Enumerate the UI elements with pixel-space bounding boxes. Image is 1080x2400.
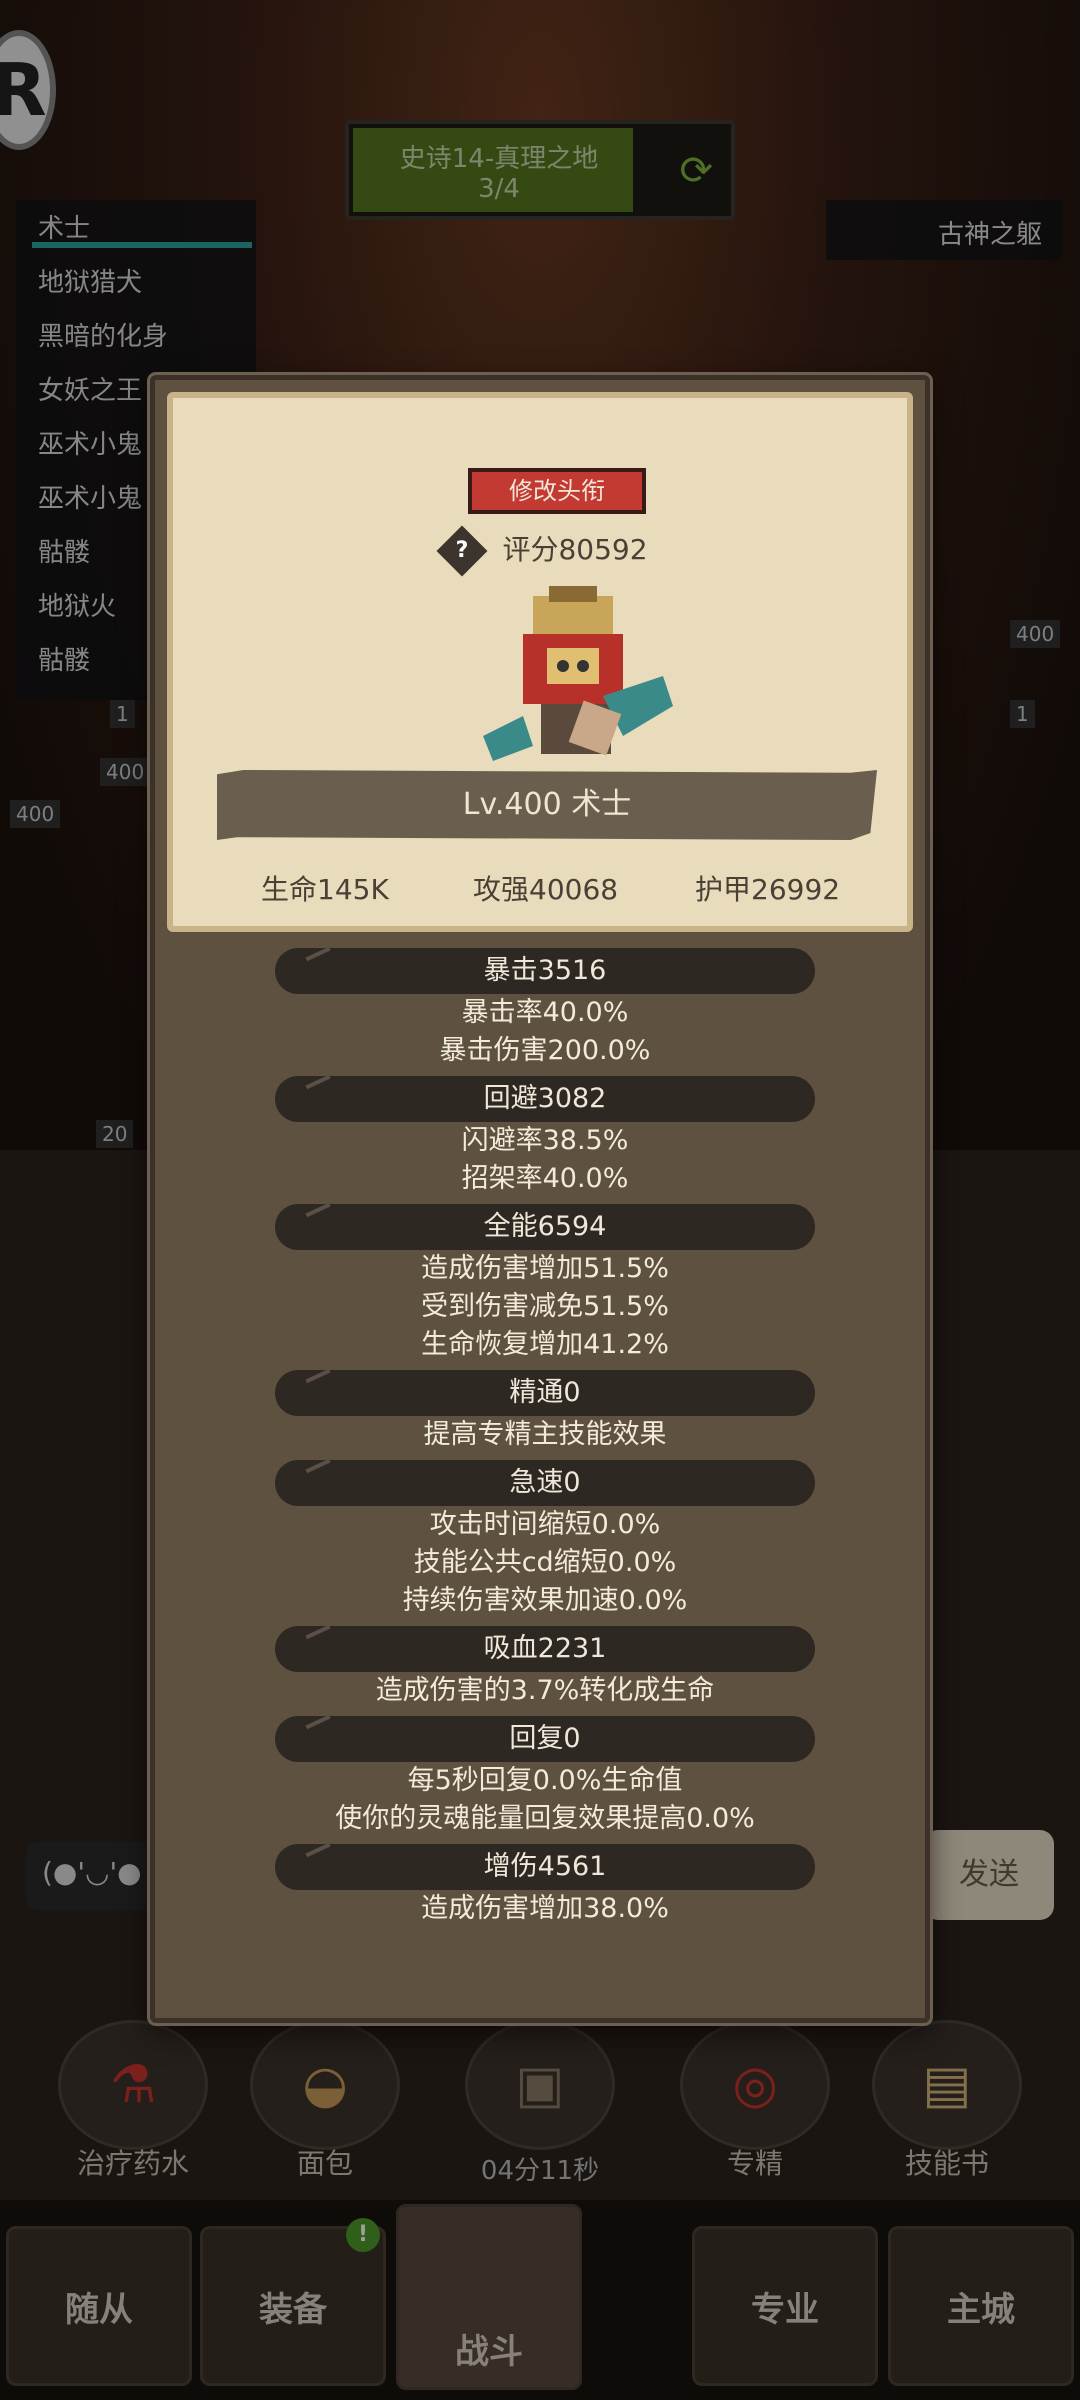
level-name-band: Lv.400 术士 bbox=[217, 770, 877, 840]
stat-hp: 生命145K bbox=[261, 873, 389, 906]
score-row: ? 评分80592 bbox=[173, 525, 919, 577]
stat-details: 暴击3516 暴击率40.0% 暴击伤害200.0% 回避3082 闪避率38.… bbox=[155, 948, 935, 1928]
stat-header-crit: 暴击3516 bbox=[275, 948, 815, 994]
stat-line: 招架率40.0% bbox=[461, 1163, 629, 1194]
stat-line: 造成伤害增加51.5% bbox=[421, 1253, 669, 1284]
stat-line: 闪避率38.5% bbox=[461, 1125, 629, 1156]
stat-attack: 攻强40068 bbox=[473, 873, 619, 906]
character-card: 修改头衔 ? 评分80592 Lv.400 术士 生命145K 攻强40068 护… bbox=[167, 392, 913, 932]
stat-line: 造成伤害增加38.0% bbox=[421, 1893, 669, 1924]
stat-line: 技能公共cd缩短0.0% bbox=[413, 1547, 677, 1578]
stat-line: 受到伤害减免51.5% bbox=[421, 1291, 669, 1322]
warlock-avatar-icon bbox=[483, 586, 673, 761]
help-icon[interactable]: ? bbox=[436, 525, 488, 577]
stat-header-mastery: 精通0 bbox=[275, 1370, 815, 1416]
character-stats-popup: 修改头衔 ? 评分80592 Lv.400 术士 生命145K 攻强40068 护… bbox=[150, 375, 930, 2023]
stat-line: 暴击率40.0% bbox=[461, 997, 629, 1028]
stat-line: 提高专精主技能效果 bbox=[423, 1419, 667, 1450]
base-stats: 生命145K 攻强40068 护甲26992 bbox=[173, 868, 919, 908]
stat-header-regen: 回复0 bbox=[275, 1716, 815, 1762]
stat-line: 持续伤害效果加速0.0% bbox=[402, 1585, 688, 1616]
stat-header-versatility: 全能6594 bbox=[275, 1204, 815, 1250]
stat-line: 造成伤害的3.7%转化成生命 bbox=[375, 1675, 715, 1706]
stat-header-avoidance: 回避3082 bbox=[275, 1076, 815, 1122]
stat-line: 暴击伤害200.0% bbox=[439, 1035, 651, 1066]
score-text: 评分80592 bbox=[502, 533, 648, 566]
stat-header-leech: 吸血2231 bbox=[275, 1626, 815, 1672]
stat-line: 每5秒回复0.0%生命值 bbox=[407, 1765, 683, 1796]
stat-armor: 护甲26992 bbox=[695, 873, 841, 906]
stat-line: 使你的灵魂能量回复效果提高0.0% bbox=[335, 1803, 755, 1834]
stat-line: 生命恢复增加41.2% bbox=[421, 1329, 669, 1360]
stat-header-haste: 急速0 bbox=[275, 1460, 815, 1506]
rename-title-button[interactable]: 修改头衔 bbox=[468, 468, 646, 514]
stat-header-damage-bonus: 增伤4561 bbox=[275, 1844, 815, 1890]
stat-line: 攻击时间缩短0.0% bbox=[429, 1509, 661, 1540]
